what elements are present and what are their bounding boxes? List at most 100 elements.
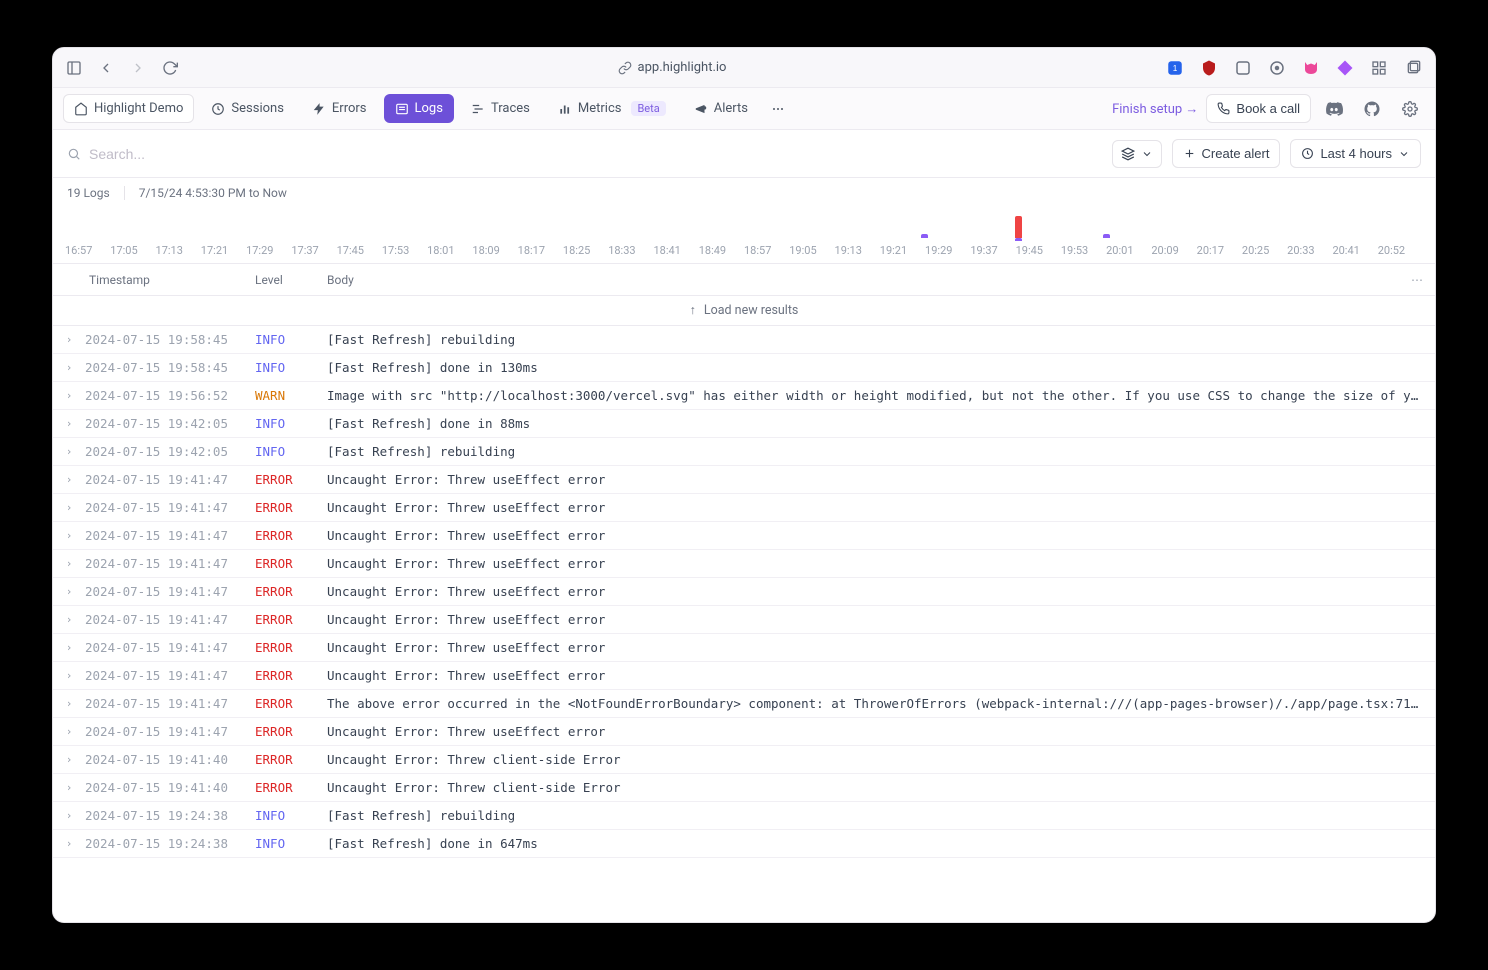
expand-chevron-icon[interactable]: ›: [53, 361, 85, 374]
table-menu-icon[interactable]: ⋯: [1399, 273, 1423, 287]
timeline-histogram[interactable]: 16:5717:0517:1317:2117:2917:3717:4517:53…: [53, 208, 1435, 264]
plus-icon: [1183, 147, 1196, 160]
expand-chevron-icon[interactable]: ›: [53, 389, 85, 402]
timeline-tick: 18:09: [472, 244, 517, 257]
timeline-tick: 18:25: [563, 244, 608, 257]
timeline-tick: 19:13: [835, 244, 880, 257]
layers-button[interactable]: [1112, 140, 1162, 168]
col-header-body[interactable]: Body: [327, 273, 1399, 287]
timeline-bar: [921, 234, 928, 238]
expand-chevron-icon[interactable]: ›: [53, 697, 85, 710]
expand-chevron-icon[interactable]: ›: [53, 445, 85, 458]
load-new-results[interactable]: ↑ Load new results: [53, 296, 1435, 326]
nav-logs[interactable]: Logs: [384, 94, 454, 123]
expand-chevron-icon[interactable]: ›: [53, 529, 85, 542]
reload-icon[interactable]: [161, 59, 179, 77]
address-bar[interactable]: app.highlight.io: [187, 60, 1157, 75]
log-level: ERROR: [255, 668, 327, 683]
log-level: INFO: [255, 416, 327, 431]
timeline-tick: 20:25: [1242, 244, 1287, 257]
nav-sessions[interactable]: Sessions: [200, 94, 295, 123]
col-header-level[interactable]: Level: [255, 273, 327, 287]
discord-icon[interactable]: [1319, 94, 1349, 124]
expand-chevron-icon[interactable]: ›: [53, 585, 85, 598]
log-level: ERROR: [255, 696, 327, 711]
log-row[interactable]: ›2024-07-15 19:41:40ERRORUncaught Error:…: [53, 746, 1435, 774]
nav-label: Traces: [491, 101, 530, 116]
github-icon[interactable]: [1357, 94, 1387, 124]
timeline-bar: [1015, 238, 1022, 241]
expand-chevron-icon[interactable]: ›: [53, 417, 85, 430]
search-bar: Create alert Last 4 hours: [53, 130, 1435, 178]
log-row[interactable]: ›2024-07-15 19:41:47ERRORUncaught Error:…: [53, 662, 1435, 690]
nav-metrics[interactable]: Metrics Beta: [547, 94, 677, 123]
log-timestamp: 2024-07-15 19:42:05: [85, 416, 255, 431]
ext-square-icon[interactable]: [1233, 58, 1253, 78]
time-range-button[interactable]: Last 4 hours: [1290, 139, 1421, 168]
log-row[interactable]: ›2024-07-15 19:41:47ERRORUncaught Error:…: [53, 466, 1435, 494]
nav-errors[interactable]: Errors: [301, 94, 378, 123]
expand-chevron-icon[interactable]: ›: [53, 753, 85, 766]
ext-circle-icon[interactable]: [1267, 58, 1287, 78]
ext-cat-icon[interactable]: [1301, 58, 1321, 78]
log-body: Uncaught Error: Threw useEffect error: [327, 668, 1423, 683]
create-alert-button[interactable]: Create alert: [1172, 139, 1281, 168]
expand-chevron-icon[interactable]: ›: [53, 809, 85, 822]
ext-diamond-icon[interactable]: [1335, 58, 1355, 78]
log-row[interactable]: ›2024-07-15 19:42:05INFO[Fast Refresh] d…: [53, 410, 1435, 438]
expand-chevron-icon[interactable]: ›: [53, 781, 85, 794]
log-row[interactable]: ›2024-07-15 19:41:47ERRORUncaught Error:…: [53, 606, 1435, 634]
tabs-icon[interactable]: [1403, 58, 1423, 78]
timeline-tick: 19:53: [1061, 244, 1106, 257]
expand-chevron-icon[interactable]: ›: [53, 641, 85, 654]
ext-grid-icon[interactable]: [1369, 58, 1389, 78]
col-header-timestamp[interactable]: Timestamp: [85, 273, 255, 287]
log-row[interactable]: ›2024-07-15 19:41:47ERRORUncaught Error:…: [53, 522, 1435, 550]
finish-setup-link[interactable]: Finish setup →: [1112, 101, 1198, 117]
project-selector[interactable]: Highlight Demo: [63, 94, 194, 123]
button-label: Create alert: [1202, 146, 1270, 161]
log-row[interactable]: ›2024-07-15 19:41:47ERRORThe above error…: [53, 690, 1435, 718]
search-input[interactable]: [89, 146, 1102, 162]
expand-chevron-icon[interactable]: ›: [53, 333, 85, 346]
log-row[interactable]: ›2024-07-15 19:41:47ERRORUncaught Error:…: [53, 550, 1435, 578]
expand-chevron-icon[interactable]: ›: [53, 837, 85, 850]
log-row[interactable]: ›2024-07-15 19:58:45INFO[Fast Refresh] d…: [53, 354, 1435, 382]
expand-chevron-icon[interactable]: ›: [53, 557, 85, 570]
back-icon[interactable]: [97, 59, 115, 77]
log-row[interactable]: ›2024-07-15 19:42:05INFO[Fast Refresh] r…: [53, 438, 1435, 466]
log-row[interactable]: ›2024-07-15 19:41:47ERRORUncaught Error:…: [53, 634, 1435, 662]
expand-chevron-icon[interactable]: ›: [53, 669, 85, 682]
ext-shield-icon[interactable]: [1199, 58, 1219, 78]
expand-chevron-icon[interactable]: ›: [53, 725, 85, 738]
nav-traces[interactable]: Traces: [460, 94, 541, 123]
timeline-tick: 17:29: [246, 244, 291, 257]
nav-more[interactable]: [765, 94, 791, 124]
log-level: INFO: [255, 444, 327, 459]
sidebar-toggle-icon[interactable]: [65, 59, 83, 77]
log-row[interactable]: ›2024-07-15 19:41:47ERRORUncaught Error:…: [53, 494, 1435, 522]
log-level: ERROR: [255, 472, 327, 487]
settings-icon[interactable]: [1395, 94, 1425, 124]
ext-1password-icon[interactable]: 1: [1165, 58, 1185, 78]
chevron-down-icon: [1141, 148, 1153, 160]
nav-alerts[interactable]: Alerts: [683, 94, 759, 123]
project-name: Highlight Demo: [94, 101, 183, 116]
forward-icon: [129, 59, 147, 77]
divider: [124, 186, 125, 200]
log-row[interactable]: ›2024-07-15 19:58:45INFO[Fast Refresh] r…: [53, 326, 1435, 354]
log-row[interactable]: ›2024-07-15 19:41:47ERRORUncaught Error:…: [53, 718, 1435, 746]
log-row[interactable]: ›2024-07-15 19:24:38INFO[Fast Refresh] d…: [53, 830, 1435, 858]
log-row[interactable]: ›2024-07-15 19:41:47ERRORUncaught Error:…: [53, 578, 1435, 606]
log-row[interactable]: ›2024-07-15 19:41:40ERRORUncaught Error:…: [53, 774, 1435, 802]
log-rows-container: ›2024-07-15 19:58:45INFO[Fast Refresh] r…: [53, 326, 1435, 922]
log-level: ERROR: [255, 752, 327, 767]
book-call-button[interactable]: Book a call: [1206, 94, 1311, 123]
log-row[interactable]: ›2024-07-15 19:24:38INFO[Fast Refresh] r…: [53, 802, 1435, 830]
log-timestamp: 2024-07-15 19:41:47: [85, 724, 255, 739]
expand-chevron-icon[interactable]: ›: [53, 501, 85, 514]
log-row[interactable]: ›2024-07-15 19:56:52WARNImage with src "…: [53, 382, 1435, 410]
log-timestamp: 2024-07-15 19:58:45: [85, 332, 255, 347]
expand-chevron-icon[interactable]: ›: [53, 613, 85, 626]
expand-chevron-icon[interactable]: ›: [53, 473, 85, 486]
